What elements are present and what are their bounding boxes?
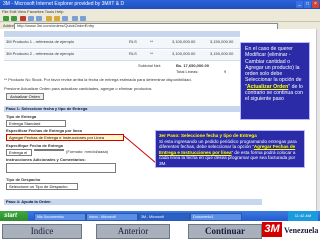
row-total: 3,150,000.00 xyxy=(210,39,234,44)
taskbar-item[interactable]: 3M - Microsoft xyxy=(138,213,190,221)
stop-icon[interactable] xyxy=(20,16,26,21)
pointer-line xyxy=(124,135,157,164)
mail-icon[interactable] xyxy=(72,16,78,21)
subtotal-value: Bs. 17,650,000.00 xyxy=(176,63,209,68)
specific-dates-label: Especificar Fechas de Entrega por linea xyxy=(6,128,82,133)
deliver-on-select[interactable]: Entrega el xyxy=(6,149,32,156)
vertical-scrollbar[interactable] xyxy=(316,29,320,211)
back-icon[interactable] xyxy=(3,16,9,21)
date-format-hint: (Formato: mm/dd/aaaa) xyxy=(66,149,109,154)
total-lines-label: Total Lineas: xyxy=(176,69,199,74)
order-table-header xyxy=(4,31,240,37)
row-price: 3,100,000.00 xyxy=(172,39,196,44)
previous-button[interactable]: Anterior xyxy=(96,224,170,239)
callout-update-order: En el caso de querer Modificar (eliminar… xyxy=(240,42,310,120)
pointer-arrow xyxy=(124,135,157,164)
step4-header: Paso 4: Ayuda la Orden xyxy=(4,199,262,205)
row-uom: RLS xyxy=(129,39,137,44)
minimize-icon[interactable]: _ xyxy=(296,1,303,8)
browser-toolbar xyxy=(0,15,320,22)
window-title-bar: 3M - Microsoft Internet Explorer provide… xyxy=(0,0,320,9)
history-icon[interactable] xyxy=(62,16,68,21)
callout-delivery-step: 3er Paso: Seleccione fecha y tipo de Ent… xyxy=(155,130,305,168)
row-uom: RLS xyxy=(129,51,137,56)
row-description: 3M Producto 2 - referencia de ejemplo xyxy=(6,51,75,56)
stock-notice: ** Producto No Stock. Por favor revise a… xyxy=(4,77,192,82)
update-notice: Presione Actualizar Orden para actualiza… xyxy=(4,86,153,91)
taskbar-item[interactable]: Documento1 xyxy=(190,213,242,221)
callout-step-title: 3er Paso: Seleccione fecha y tipo de Ent… xyxy=(159,133,257,138)
row-flag: ** xyxy=(150,39,154,44)
row-flag: ** xyxy=(150,51,154,56)
step1-header: Paso 1: Seleccione fecha y tipo de Entre… xyxy=(4,106,262,112)
favorites-icon[interactable] xyxy=(54,16,60,21)
dispatch-type-label: Tipo de Despacho xyxy=(6,177,41,182)
table-row: 3M Producto 2 - referencia de ejemplo RL… xyxy=(4,50,240,61)
subtotal-label: Subtotal Net: xyxy=(138,63,162,68)
forward-icon[interactable] xyxy=(11,16,17,21)
search-icon[interactable] xyxy=(46,16,52,21)
taskbar-item[interactable]: Inbox - Microsoft xyxy=(86,213,138,221)
callout-top-highlight: Actualizar Orden xyxy=(246,83,289,90)
delivery-type-select[interactable]: Entrega Standard xyxy=(6,120,66,127)
table-row: 3M Producto 1 - referencia de ejemplo RL… xyxy=(4,38,240,49)
specific-date-label: Especifique Fecha de Entrega xyxy=(6,143,63,148)
delivery-date-input[interactable] xyxy=(34,149,64,151)
start-button[interactable]: start xyxy=(0,211,28,221)
continue-button[interactable]: Continuar xyxy=(188,224,262,239)
taskbar-item[interactable]: Mis Documentos xyxy=(34,213,86,221)
row-description: 3M Producto 1 - referencia de ejemplo xyxy=(6,39,75,44)
country-label: Venezuela xyxy=(284,226,319,235)
row-total: 3,150,000.00 xyxy=(210,51,234,56)
total-lines-value: 9 xyxy=(224,69,227,74)
delivery-type-label: Tipo de Entrega xyxy=(6,114,37,119)
refresh-icon[interactable] xyxy=(28,16,34,21)
instructions-label: Instrucciones Adicionales y Comentarios: xyxy=(6,157,86,162)
update-order-button[interactable]: Actualizar Orden xyxy=(6,93,44,100)
index-button[interactable]: Indice xyxy=(2,224,82,239)
taskbar-clock: 11:42 AM xyxy=(288,211,318,221)
address-bar: Address http://www.3m.com/orders/QuickOr… xyxy=(0,22,320,30)
home-icon[interactable] xyxy=(36,16,42,21)
close-icon[interactable]: × xyxy=(312,1,319,8)
row-price: 3,100,000.00 xyxy=(172,51,196,56)
window-title: 3M - Microsoft Internet Explorer provide… xyxy=(3,1,125,7)
maximize-icon[interactable]: □ xyxy=(304,1,311,8)
brand-logo: 3M xyxy=(262,222,282,237)
print-icon[interactable] xyxy=(80,16,86,21)
instructions-textarea[interactable] xyxy=(6,163,116,173)
specific-dates-select[interactable]: Agregar Fechas de Entrega e Instruccione… xyxy=(6,134,124,141)
dispatch-type-select[interactable]: Seleccione un Tipo de Despacho xyxy=(6,183,78,190)
